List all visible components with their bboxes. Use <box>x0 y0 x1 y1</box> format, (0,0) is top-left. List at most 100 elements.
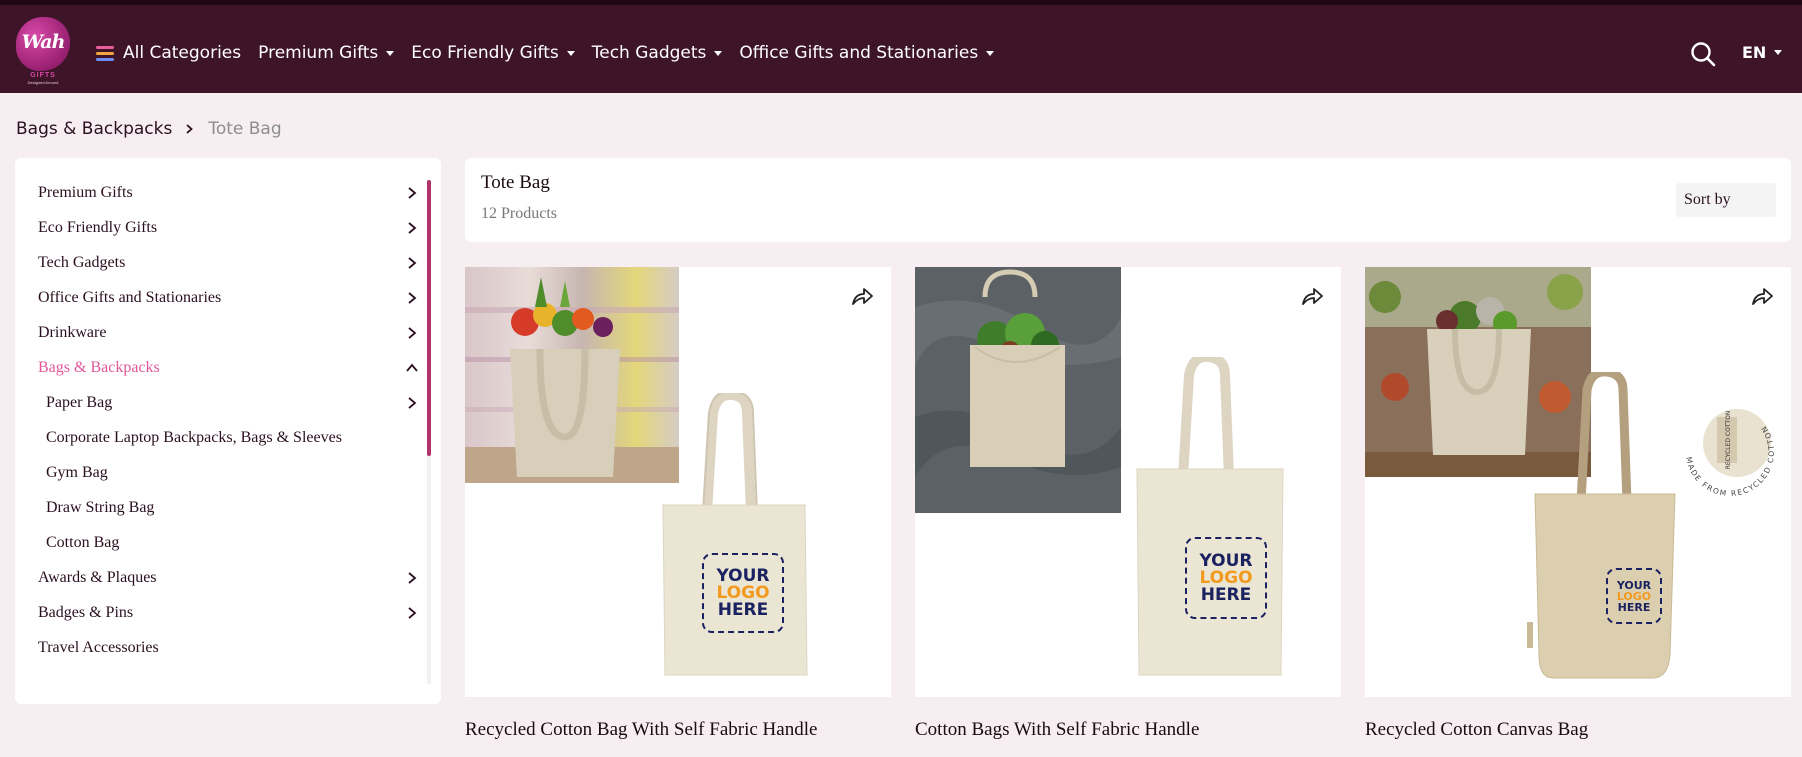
nav-label: Premium Gifts <box>258 43 379 63</box>
sidebar-item-label: Tech Gadgets <box>38 253 126 271</box>
sidebar-item-tech-gadgets[interactable]: Tech Gadgets <box>38 245 438 280</box>
caret-down-icon <box>566 50 575 56</box>
language-selector[interactable]: EN <box>1742 43 1783 62</box>
logo-text-logo: LOGO <box>716 582 770 603</box>
sidebar-subitem-laptop-backpacks[interactable]: Corporate Laptop Backpacks, Bags & Sleev… <box>38 420 438 455</box>
top-navbar: Wah GIFTS Designed Around All Categories… <box>0 0 1802 93</box>
caret-down-icon <box>386 50 395 56</box>
sidebar-item-badges-pins[interactable]: Badges & Pins <box>38 595 438 630</box>
chevron-right-icon[interactable] <box>405 326 419 340</box>
share-icon[interactable] <box>1299 283 1325 309</box>
product-card[interactable]: YOUR LOGO HERE MADE FROM RECYCLED COTTON… <box>1365 267 1791 697</box>
sidebar-item-travel-accessories[interactable]: Travel Accessories <box>38 630 438 665</box>
breadcrumb-parent-link[interactable]: Bags & Backpacks <box>16 119 172 139</box>
product-card[interactable]: YOUR LOGO HERE <box>915 267 1341 697</box>
product-title[interactable]: Recycled Cotton Canvas Bag <box>1365 719 1588 741</box>
listing-header: Tote Bag 12 Products Sort by <box>465 158 1791 242</box>
chevron-up-icon[interactable] <box>405 361 419 375</box>
sidebar-item-eco-friendly-gifts[interactable]: Eco Friendly Gifts <box>38 210 438 245</box>
logo-placeholder: YOUR LOGO HERE <box>1185 537 1267 619</box>
logo-text-your: YOUR <box>716 565 770 586</box>
logo-wordmark: Wah <box>21 31 66 53</box>
logo-placeholder: YOUR LOGO HERE <box>1606 568 1662 624</box>
sidebar-item-bags-backpacks[interactable]: Bags & Backpacks <box>38 350 438 385</box>
sidebar-item-label: Bags & Backpacks <box>38 358 160 376</box>
chevron-right-icon[interactable] <box>405 396 419 410</box>
sidebar-item-label: Office Gifts and Stationaries <box>38 288 222 306</box>
chevron-right-icon[interactable] <box>405 606 419 620</box>
product-photo-lifestyle <box>915 267 1121 513</box>
product-title[interactable]: Recycled Cotton Bag With Self Fabric Han… <box>465 719 817 741</box>
chevron-right-icon[interactable] <box>405 256 419 270</box>
product-photo-lifestyle <box>465 267 679 483</box>
sidebar-item-label: Cotton Bag <box>46 533 120 551</box>
product-count: 12 Products <box>481 205 557 222</box>
listing-title: Tote Bag <box>481 172 550 193</box>
category-list: Premium Gifts Eco Friendly Gifts Tech Ga… <box>38 175 438 665</box>
nav-eco-friendly-gifts[interactable]: Eco Friendly Gifts <box>411 43 575 63</box>
sort-by-dropdown[interactable]: Sort by <box>1676 183 1776 217</box>
chevron-right-icon[interactable] <box>405 571 419 585</box>
share-icon[interactable] <box>1749 283 1775 309</box>
nav-tech-gadgets[interactable]: Tech Gadgets <box>592 43 723 63</box>
sidebar-item-premium-gifts[interactable]: Premium Gifts <box>38 175 438 210</box>
caret-down-icon <box>714 50 723 56</box>
sidebar-item-label: Corporate Laptop Backpacks, Bags & Sleev… <box>46 428 342 446</box>
logo-text-your: YOUR <box>1616 578 1652 592</box>
chevron-right-icon <box>186 124 194 134</box>
badge-label: RECYCLED COTTON <box>1725 411 1732 470</box>
caret-down-icon <box>986 50 995 56</box>
sidebar-item-label: Eco Friendly Gifts <box>38 218 158 236</box>
sidebar-item-label: Awards & Plaques <box>38 568 157 586</box>
sidebar-item-label: Premium Gifts <box>38 183 133 201</box>
sidebar-item-label: Drinkware <box>38 323 107 341</box>
sidebar-item-label: Paper Bag <box>46 393 113 411</box>
chevron-right-icon[interactable] <box>405 221 419 235</box>
sidebar-item-label: Draw String Bag <box>46 498 155 516</box>
nav-label: Tech Gadgets <box>591 43 707 63</box>
nav-premium-gifts[interactable]: Premium Gifts <box>258 43 395 63</box>
sidebar-subitem-draw-string-bag[interactable]: Draw String Bag <box>38 490 438 525</box>
chevron-right-icon[interactable] <box>405 291 419 305</box>
logo-text-your: YOUR <box>1199 550 1253 571</box>
logo-tagline: Designed Around <box>27 80 59 85</box>
product-card[interactable]: YOUR LOGO HERE <box>465 267 891 697</box>
product-title[interactable]: Cotton Bags With Self Fabric Handle <box>915 719 1199 741</box>
logo-text-logo: LOGO <box>1199 567 1253 588</box>
all-categories-menu[interactable]: All Categories <box>96 43 241 63</box>
sidebar-subitem-cotton-bag[interactable]: Cotton Bag <box>38 525 438 560</box>
sidebar-scrollbar-thumb[interactable] <box>427 180 431 456</box>
chevron-right-icon[interactable] <box>405 186 419 200</box>
sidebar-item-awards-plaques[interactable]: Awards & Plaques <box>38 560 438 595</box>
sidebar-item-drinkware[interactable]: Drinkware <box>38 315 438 350</box>
logo-text-here: HERE <box>1200 584 1252 605</box>
recycled-cotton-badge: MADE FROM RECYCLED COTTON RECYCLED COTTO… <box>1684 409 1775 498</box>
sidebar-item-office-gifts[interactable]: Office Gifts and Stationaries <box>38 280 438 315</box>
caret-down-icon <box>1774 50 1783 55</box>
sidebar-item-label: Travel Accessories <box>38 638 159 656</box>
breadcrumb-current: Tote Bag <box>208 119 282 139</box>
tote-bag-illustration <box>662 393 808 676</box>
sidebar-subitem-gym-bag[interactable]: Gym Bag <box>38 455 438 490</box>
nav-label: Office Gifts and Stationaries <box>739 43 979 63</box>
main-nav: All Categories Premium Gifts Eco Friendl… <box>96 38 1011 68</box>
hamburger-icon <box>96 46 114 61</box>
nav-label: Eco Friendly Gifts <box>411 43 559 63</box>
logo-subtext: GIFTS <box>30 72 56 79</box>
breadcrumb: Bags & Backpacks Tote Bag <box>16 119 282 139</box>
logo-placeholder: YOUR LOGO HERE <box>702 553 784 633</box>
nav-office-gifts[interactable]: Office Gifts and Stationaries <box>739 43 995 63</box>
share-icon[interactable] <box>849 283 875 309</box>
sidebar-item-label: Badges & Pins <box>38 603 134 621</box>
brand-logo[interactable]: Wah GIFTS Designed Around <box>14 17 74 85</box>
search-icon <box>1691 42 1716 67</box>
logo-text-here: HERE <box>1617 600 1651 614</box>
language-label: EN <box>1742 43 1767 62</box>
all-categories-label: All Categories <box>123 43 242 63</box>
tote-bag-illustration <box>1136 357 1284 676</box>
search-button[interactable] <box>1690 41 1716 67</box>
category-sidebar: Premium Gifts Eco Friendly Gifts Tech Ga… <box>15 158 441 704</box>
sidebar-subitem-paper-bag[interactable]: Paper Bag <box>38 385 438 420</box>
sidebar-item-label: Gym Bag <box>46 463 108 481</box>
logo-text-logo: LOGO <box>1616 589 1652 603</box>
